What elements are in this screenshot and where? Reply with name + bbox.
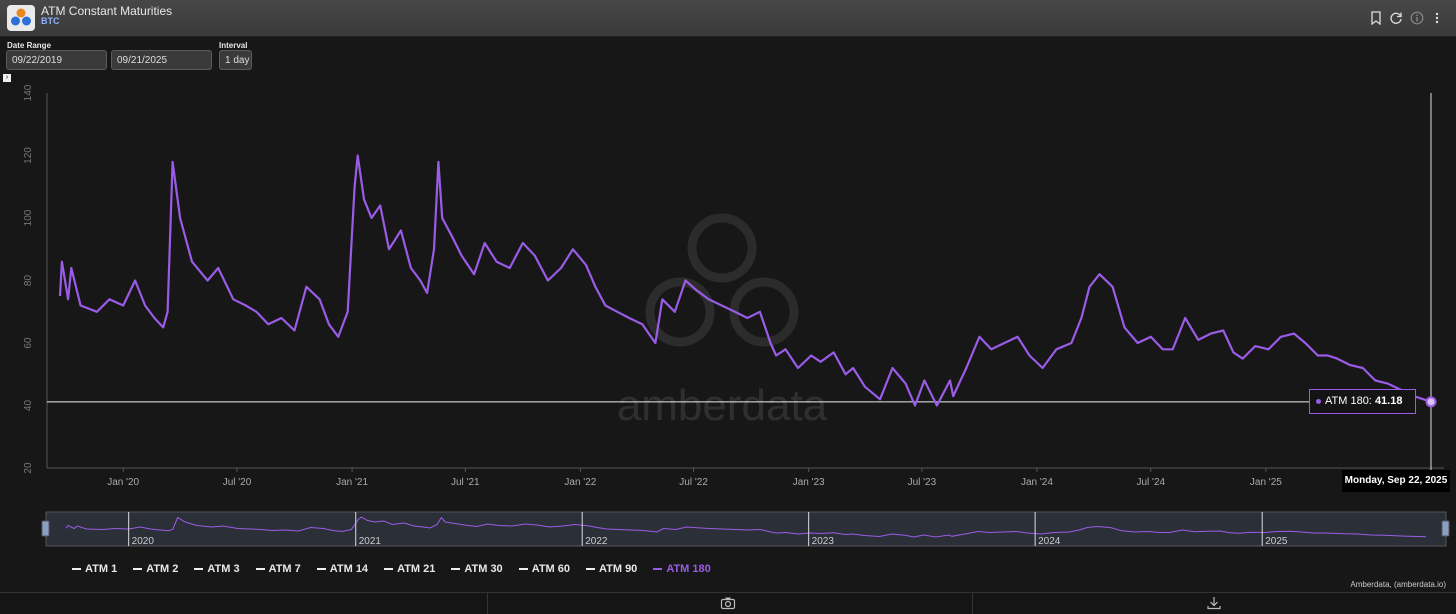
y-tick-label: 20	[23, 462, 34, 474]
x-tick-label: Jul '23	[908, 477, 937, 488]
legend-item[interactable]: ATM 90	[586, 562, 637, 576]
legend-item[interactable]: ATM 14	[316, 562, 369, 576]
title-bar: ATM Constant Maturities BTC	[0, 0, 1456, 37]
info-icon[interactable]	[1410, 11, 1424, 25]
credit-text: Amberdata, (amberdata.io)	[1350, 580, 1446, 589]
bookmark-icon[interactable]	[1369, 11, 1383, 25]
legend-label: ATM 7	[268, 563, 301, 575]
legend-label: ATM 90	[599, 563, 638, 575]
crosshair-date-label: Monday, Sep 22, 2025	[1342, 470, 1450, 492]
date-range-label: Date Range	[7, 41, 52, 50]
legend-swatch	[586, 568, 595, 570]
navigator-year-label: 2022	[585, 536, 608, 547]
toolbar-divider	[487, 593, 488, 614]
legend-item[interactable]: ATM 7	[255, 562, 301, 576]
amberdata-logo	[7, 5, 35, 31]
x-tick-label: Jul '24	[1136, 477, 1165, 488]
watermark-logo	[645, 213, 799, 347]
legend-item[interactable]: ATM 21	[384, 562, 435, 576]
download-icon[interactable]	[1206, 596, 1222, 610]
x-tick-label: Jan '24	[1021, 477, 1053, 488]
y-tick-label: 60	[23, 337, 34, 349]
y-tick-label: 120	[23, 147, 34, 164]
x-tick-label: Jul '21	[451, 477, 480, 488]
end-date-input[interactable]: 09/21/2025	[111, 50, 212, 70]
x-tick-label: Jan '23	[793, 477, 825, 488]
legend-swatch	[133, 568, 143, 570]
refresh-icon[interactable]	[1389, 11, 1403, 25]
camera-icon[interactable]	[720, 596, 736, 610]
chart-area[interactable]: 20 40 60 80 100 120 140 Jan '20 Jul '20 Jan '21 Ju…	[0, 80, 1456, 592]
legend-label: ATM 180	[666, 563, 711, 575]
app-title: ATM Constant Maturities	[41, 4, 173, 18]
legend-item[interactable]: ATM 2	[133, 562, 178, 576]
series-legend: ATM 1 ATM 2 ATM 3 ATM 7 ATM 14 ATM 21 ATM 30 AT…	[72, 562, 727, 576]
legend-item[interactable]: ATM 60	[518, 562, 570, 576]
navigator-year-label: 2025	[1265, 536, 1288, 547]
y-tick-label: 100	[23, 209, 34, 226]
navigator-year-label: 2023	[812, 536, 835, 547]
navigator-year-label: 2020	[132, 536, 155, 547]
watermark-text: amberdata	[617, 381, 828, 430]
x-tick-label: Jan '22	[564, 477, 596, 488]
legend-swatch	[194, 568, 204, 570]
legend-swatch	[255, 568, 265, 570]
navigator-handle-right[interactable]	[1441, 520, 1450, 537]
navigator-handle-left[interactable]	[41, 520, 50, 537]
hover-point	[1425, 396, 1437, 408]
more-icon[interactable]	[1430, 11, 1444, 25]
y-tick-label: 40	[23, 400, 34, 412]
legend-swatch	[316, 568, 326, 570]
legend-item[interactable]: ATM 30	[451, 562, 503, 576]
legend-label: ATM 14	[329, 563, 369, 575]
legend-swatch	[518, 568, 528, 570]
y-tick-label: 80	[23, 275, 34, 287]
legend-swatch	[384, 568, 394, 570]
legend-label: ATM 60	[531, 563, 570, 575]
x-tick-label: Jul '22	[679, 477, 708, 488]
value-tooltip: ATM 180: 41.18	[1309, 389, 1416, 414]
asset-label: BTC	[41, 16, 60, 26]
y-tick-label: 140	[23, 84, 34, 101]
bottom-toolbar	[0, 592, 1456, 614]
legend-item[interactable]: ATM 3	[194, 562, 240, 576]
watermark-circle	[729, 277, 799, 347]
watermark-circle	[645, 277, 715, 347]
x-tick-label: Jan '21	[336, 477, 368, 488]
legend-swatch	[72, 568, 81, 570]
interval-label: Interval	[219, 41, 248, 50]
navigator-year-label: 2021	[359, 536, 382, 547]
watermark-circle	[687, 213, 757, 283]
legend-label: ATM 1	[85, 563, 118, 575]
interval-select[interactable]: 1 day	[219, 50, 252, 70]
x-tick-label: Jul '20	[223, 477, 252, 488]
legend-swatch	[451, 568, 461, 570]
legend-label: ATM 21	[397, 563, 436, 575]
legend-label: ATM 3	[207, 563, 240, 575]
x-tick-label: Jan '25	[1250, 477, 1282, 488]
tooltip-series: ATM 180:	[1325, 395, 1375, 407]
legend-item[interactable]: ATM 180	[653, 562, 711, 576]
legend-swatch	[653, 568, 663, 570]
x-tick-label: Jan '20	[107, 477, 139, 488]
start-date-input[interactable]: 09/22/2019	[6, 50, 107, 70]
legend-label: ATM 2	[146, 563, 179, 575]
navigator-year-label: 2024	[1038, 536, 1061, 547]
toolbar-divider	[972, 593, 973, 614]
tooltip-series-dot	[1316, 398, 1321, 404]
legend-label: ATM 30	[464, 563, 503, 575]
legend-item[interactable]: ATM 1	[72, 562, 117, 576]
tooltip-value: 41.18	[1374, 395, 1403, 407]
series-line-atm-180	[58, 154, 1432, 407]
